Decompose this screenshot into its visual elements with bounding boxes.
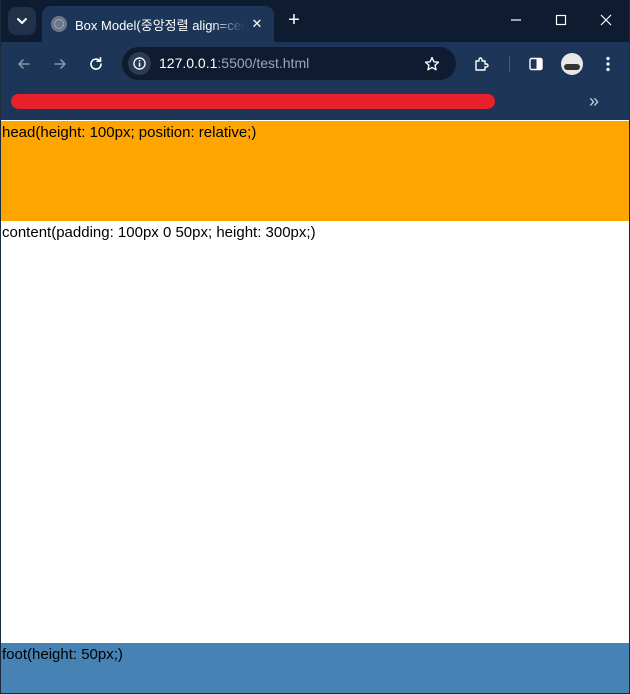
tab-search-icon (17, 18, 27, 24)
browser-toolbar: 127.0.0.1:5500/test.html (1, 42, 629, 86)
foot-box: foot(height: 50px;) (1, 643, 629, 693)
extensions-icon[interactable] (470, 52, 494, 76)
page-viewport: head(height: 100px; position: relative;)… (1, 121, 629, 693)
address-bar[interactable]: 127.0.0.1:5500/test.html (122, 47, 456, 80)
head-box: head(height: 100px; position: relative;) (1, 121, 629, 221)
back-arrow-icon[interactable] (12, 52, 36, 76)
title-bar: Box Model(중앙정렬 align=center) ✕ + (1, 0, 629, 42)
url-text[interactable]: 127.0.0.1:5500/test.html (159, 55, 309, 71)
bookmarks-overflow-icon[interactable]: » (583, 91, 605, 113)
window-close-icon[interactable] (586, 6, 626, 34)
url-path: :5500/test.html (217, 55, 310, 71)
maximize-icon[interactable] (541, 6, 581, 34)
bookmarks-bar: » (1, 86, 629, 120)
plus-icon[interactable]: + (283, 10, 305, 32)
browser-window: Box Model(중앙정렬 align=center) ✕ + 127 (0, 0, 630, 694)
toolbar-divider (509, 56, 510, 72)
bookmark-star-icon[interactable] (421, 53, 443, 75)
kebab-menu-icon[interactable] (596, 52, 620, 76)
tab-search-button[interactable] (8, 7, 36, 35)
close-icon[interactable]: ✕ (248, 15, 266, 33)
foot-label: foot(height: 50px;) (2, 646, 123, 663)
redacted-bookmarks (11, 94, 495, 109)
minimize-icon[interactable] (496, 6, 536, 34)
globe-icon (51, 16, 67, 32)
url-host: 127.0.0.1 (159, 55, 218, 71)
reload-icon[interactable] (84, 52, 108, 76)
head-label: head(height: 100px; position: relative;) (2, 124, 257, 141)
forward-arrow-icon[interactable] (48, 52, 72, 76)
content-box: content(padding: 100px 0 50px; height: 3… (1, 221, 629, 643)
tab-title: Box Model(중앙정렬 align=center) (75, 17, 245, 33)
profile-avatar[interactable] (561, 53, 583, 75)
site-info-icon[interactable] (128, 52, 151, 75)
side-panel-icon[interactable] (524, 52, 548, 76)
content-label: content(padding: 100px 0 50px; height: 3… (2, 224, 316, 241)
active-tab[interactable]: Box Model(중앙정렬 align=center) ✕ (42, 6, 274, 42)
